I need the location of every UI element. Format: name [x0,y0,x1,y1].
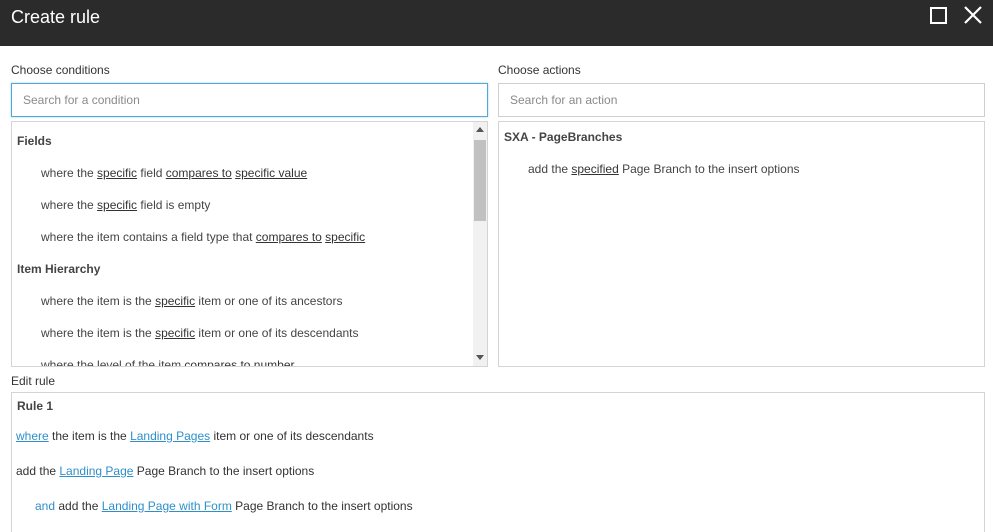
action-param: specified [571,162,619,176]
dialog-title: Create rule [11,7,101,27]
rule-condition-line: where the item is the Landing Pages item… [16,429,374,443]
choose-actions-label: Choose actions [498,63,581,77]
action-group-sxa-pagebranches: SXA - PageBranches [504,130,623,144]
condition-item[interactable]: where the item is the specific item or o… [41,326,359,340]
condition-param: number [253,358,295,367]
dialog-titlebar: Create rule [0,0,993,46]
condition-text: where the item is the [41,326,156,340]
condition-param: compares to [165,166,232,180]
condition-text: where the level of the item [41,358,185,367]
scroll-down-arrow-icon[interactable] [476,355,484,360]
condition-param: specific [325,230,366,244]
action-item[interactable]: add the specified Page Branch to the ins… [528,162,800,176]
action-search-input[interactable] [498,83,985,117]
rule-value-link[interactable]: Landing Pages [130,429,210,443]
rule-value-link[interactable]: Landing Page with Form [102,499,232,513]
rule-and-keyword[interactable]: and [35,499,55,513]
condition-param: specific [97,166,138,180]
condition-item[interactable]: where the level of the item compares to … [41,358,295,367]
condition-param: compares to [184,358,251,367]
rule-name: Rule 1 [17,399,54,413]
condition-group-item-hierarchy: Item Hierarchy [17,262,101,276]
action-text: Page Branch to the insert options [618,162,800,176]
rule-action-line: add the Landing Page Page Branch to the … [16,464,314,478]
condition-param: specific [97,198,138,212]
close-icon[interactable] [962,4,984,26]
rule-value-link[interactable]: Landing Page [59,464,133,478]
condition-param: specific [155,294,196,308]
rule-action-line: and add the Landing Page with Form Page … [35,499,413,513]
condition-item[interactable]: where the specific field is empty [41,198,210,212]
rule-text: the item is the [48,429,131,443]
conditions-list-panel: Fields where the specific field compares… [11,121,488,367]
condition-item[interactable]: where the specific field compares to spe… [41,166,307,180]
rule-text: add the [55,499,102,513]
rule-text: item or one of its descendants [210,429,374,443]
condition-search-input[interactable] [11,83,488,117]
condition-text: field is empty [137,198,211,212]
action-text: add the [528,162,572,176]
scroll-up-arrow-icon[interactable] [476,127,484,132]
condition-text: item or one of its ancestors [195,294,343,308]
rule-keyword-link[interactable]: where [16,429,49,443]
condition-param: compares to [255,230,322,244]
condition-text: where the item contains a field type tha… [41,230,256,244]
condition-param: specific value [235,166,308,180]
choose-conditions-label: Choose conditions [11,63,110,77]
condition-group-fields: Fields [17,134,52,148]
maximize-icon[interactable] [930,7,947,24]
conditions-scrollbar[interactable] [473,122,487,366]
rule-text: Page Branch to the insert options [133,464,315,478]
condition-text: where the item is the [41,294,156,308]
condition-param: specific [155,326,196,340]
condition-text: item or one of its descendants [195,326,359,340]
actions-list-panel: SXA - PageBranches add the specified Pag… [498,121,985,367]
condition-text: where the [41,198,98,212]
condition-text: where the [41,166,98,180]
rule-text: Page Branch to the insert options [231,499,413,513]
edit-rule-panel: Rule 1 where the item is the Landing Pag… [11,392,985,532]
condition-item[interactable]: where the item is the specific item or o… [41,294,342,308]
condition-text: field [137,166,166,180]
scrollbar-thumb[interactable] [474,140,486,221]
rule-text: add the [16,464,60,478]
edit-rule-label: Edit rule [11,374,56,388]
condition-item[interactable]: where the item contains a field type tha… [41,230,365,244]
